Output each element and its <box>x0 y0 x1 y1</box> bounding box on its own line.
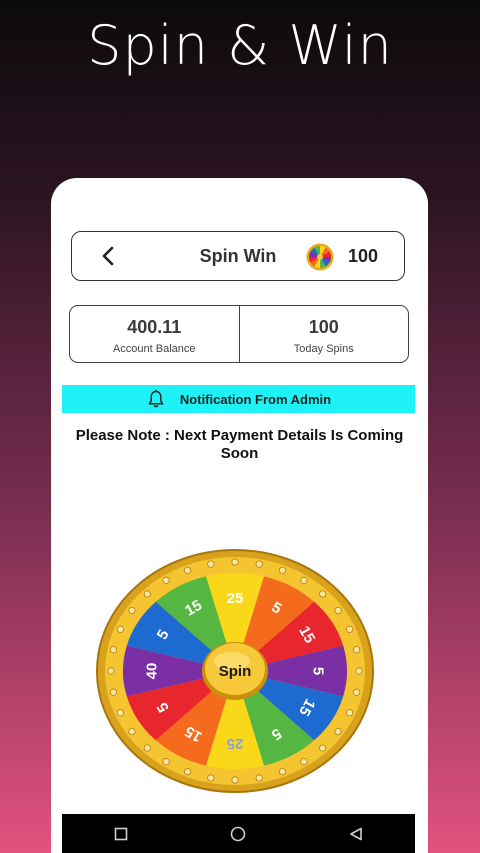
rim-light <box>334 727 342 736</box>
square-icon <box>114 827 128 840</box>
rim-light <box>231 776 239 784</box>
wheel-segment-label: 25 <box>227 735 244 752</box>
rim-light <box>278 768 287 776</box>
rim-light <box>107 667 115 675</box>
rim-light <box>255 774 263 782</box>
rim-light <box>278 566 287 574</box>
rim-light <box>300 576 308 584</box>
rim-light <box>109 646 117 654</box>
account-balance-value: 400.11 <box>127 317 182 337</box>
rim-light <box>183 566 192 574</box>
stats-panel: 400.11 Account Balance 100 Today Spins <box>69 305 409 363</box>
screen-title: Spin & Win <box>87 14 393 77</box>
coin-count: 100 <box>348 246 379 266</box>
rim-light <box>207 774 215 782</box>
wheel-segment-label: 25 <box>227 590 244 607</box>
top-bar: Spin Win 100 <box>71 231 405 281</box>
rim-light <box>143 590 151 598</box>
rim-light <box>355 667 363 675</box>
wheel-segment-label: 5 <box>309 667 326 675</box>
triangle-back-icon <box>350 827 362 840</box>
rim-light <box>319 744 327 752</box>
rim-light <box>128 727 136 736</box>
today-spins-card: 100 Today Spins <box>238 306 409 362</box>
rim-light <box>319 590 327 598</box>
rim-light <box>353 688 361 696</box>
rim-light <box>183 768 192 776</box>
rim-light <box>345 709 354 717</box>
wheel-segment-label: 40 <box>144 663 161 680</box>
rim-light <box>116 625 125 633</box>
system-nav-bar <box>62 814 415 853</box>
account-balance-card: 400.11 Account Balance <box>70 306 239 362</box>
rim-light <box>116 709 125 717</box>
circle-icon <box>231 826 246 841</box>
rim-light <box>300 758 308 766</box>
color-wheel-icon <box>306 243 334 271</box>
bell-icon <box>148 390 164 408</box>
rim-light <box>255 560 263 568</box>
notification-text: Notification From Admin <box>179 391 332 407</box>
spin-wheel[interactable]: 25 5 15 5 15 5 25 15 5 40 5 15 Spin <box>95 548 375 794</box>
rim-light <box>143 744 151 752</box>
rim-light <box>207 560 215 568</box>
rim-light <box>128 606 136 615</box>
spin-button-label: Spin <box>219 663 252 680</box>
rim-light <box>334 606 342 615</box>
payment-note: Please Note : Next Payment Details Is Co… <box>75 427 404 462</box>
rim-light <box>162 758 170 766</box>
recents-button[interactable] <box>101 819 141 849</box>
rim-light <box>345 625 354 633</box>
nav-back-button[interactable] <box>336 819 376 849</box>
home-button[interactable] <box>218 819 258 849</box>
today-spins-value: 100 <box>308 317 339 337</box>
rim-light <box>162 576 170 584</box>
rim-light <box>109 688 117 696</box>
app-card: Spin Win 100 400.11 Account Balance 100 … <box>51 178 428 853</box>
account-balance-label: Account Balance <box>112 343 196 355</box>
rim-light <box>353 646 361 654</box>
spin-button[interactable]: Spin <box>202 642 268 700</box>
today-spins-label: Today Spins <box>293 343 354 355</box>
rim-light <box>231 558 239 566</box>
admin-notification-bar[interactable]: Notification From Admin <box>62 385 415 413</box>
